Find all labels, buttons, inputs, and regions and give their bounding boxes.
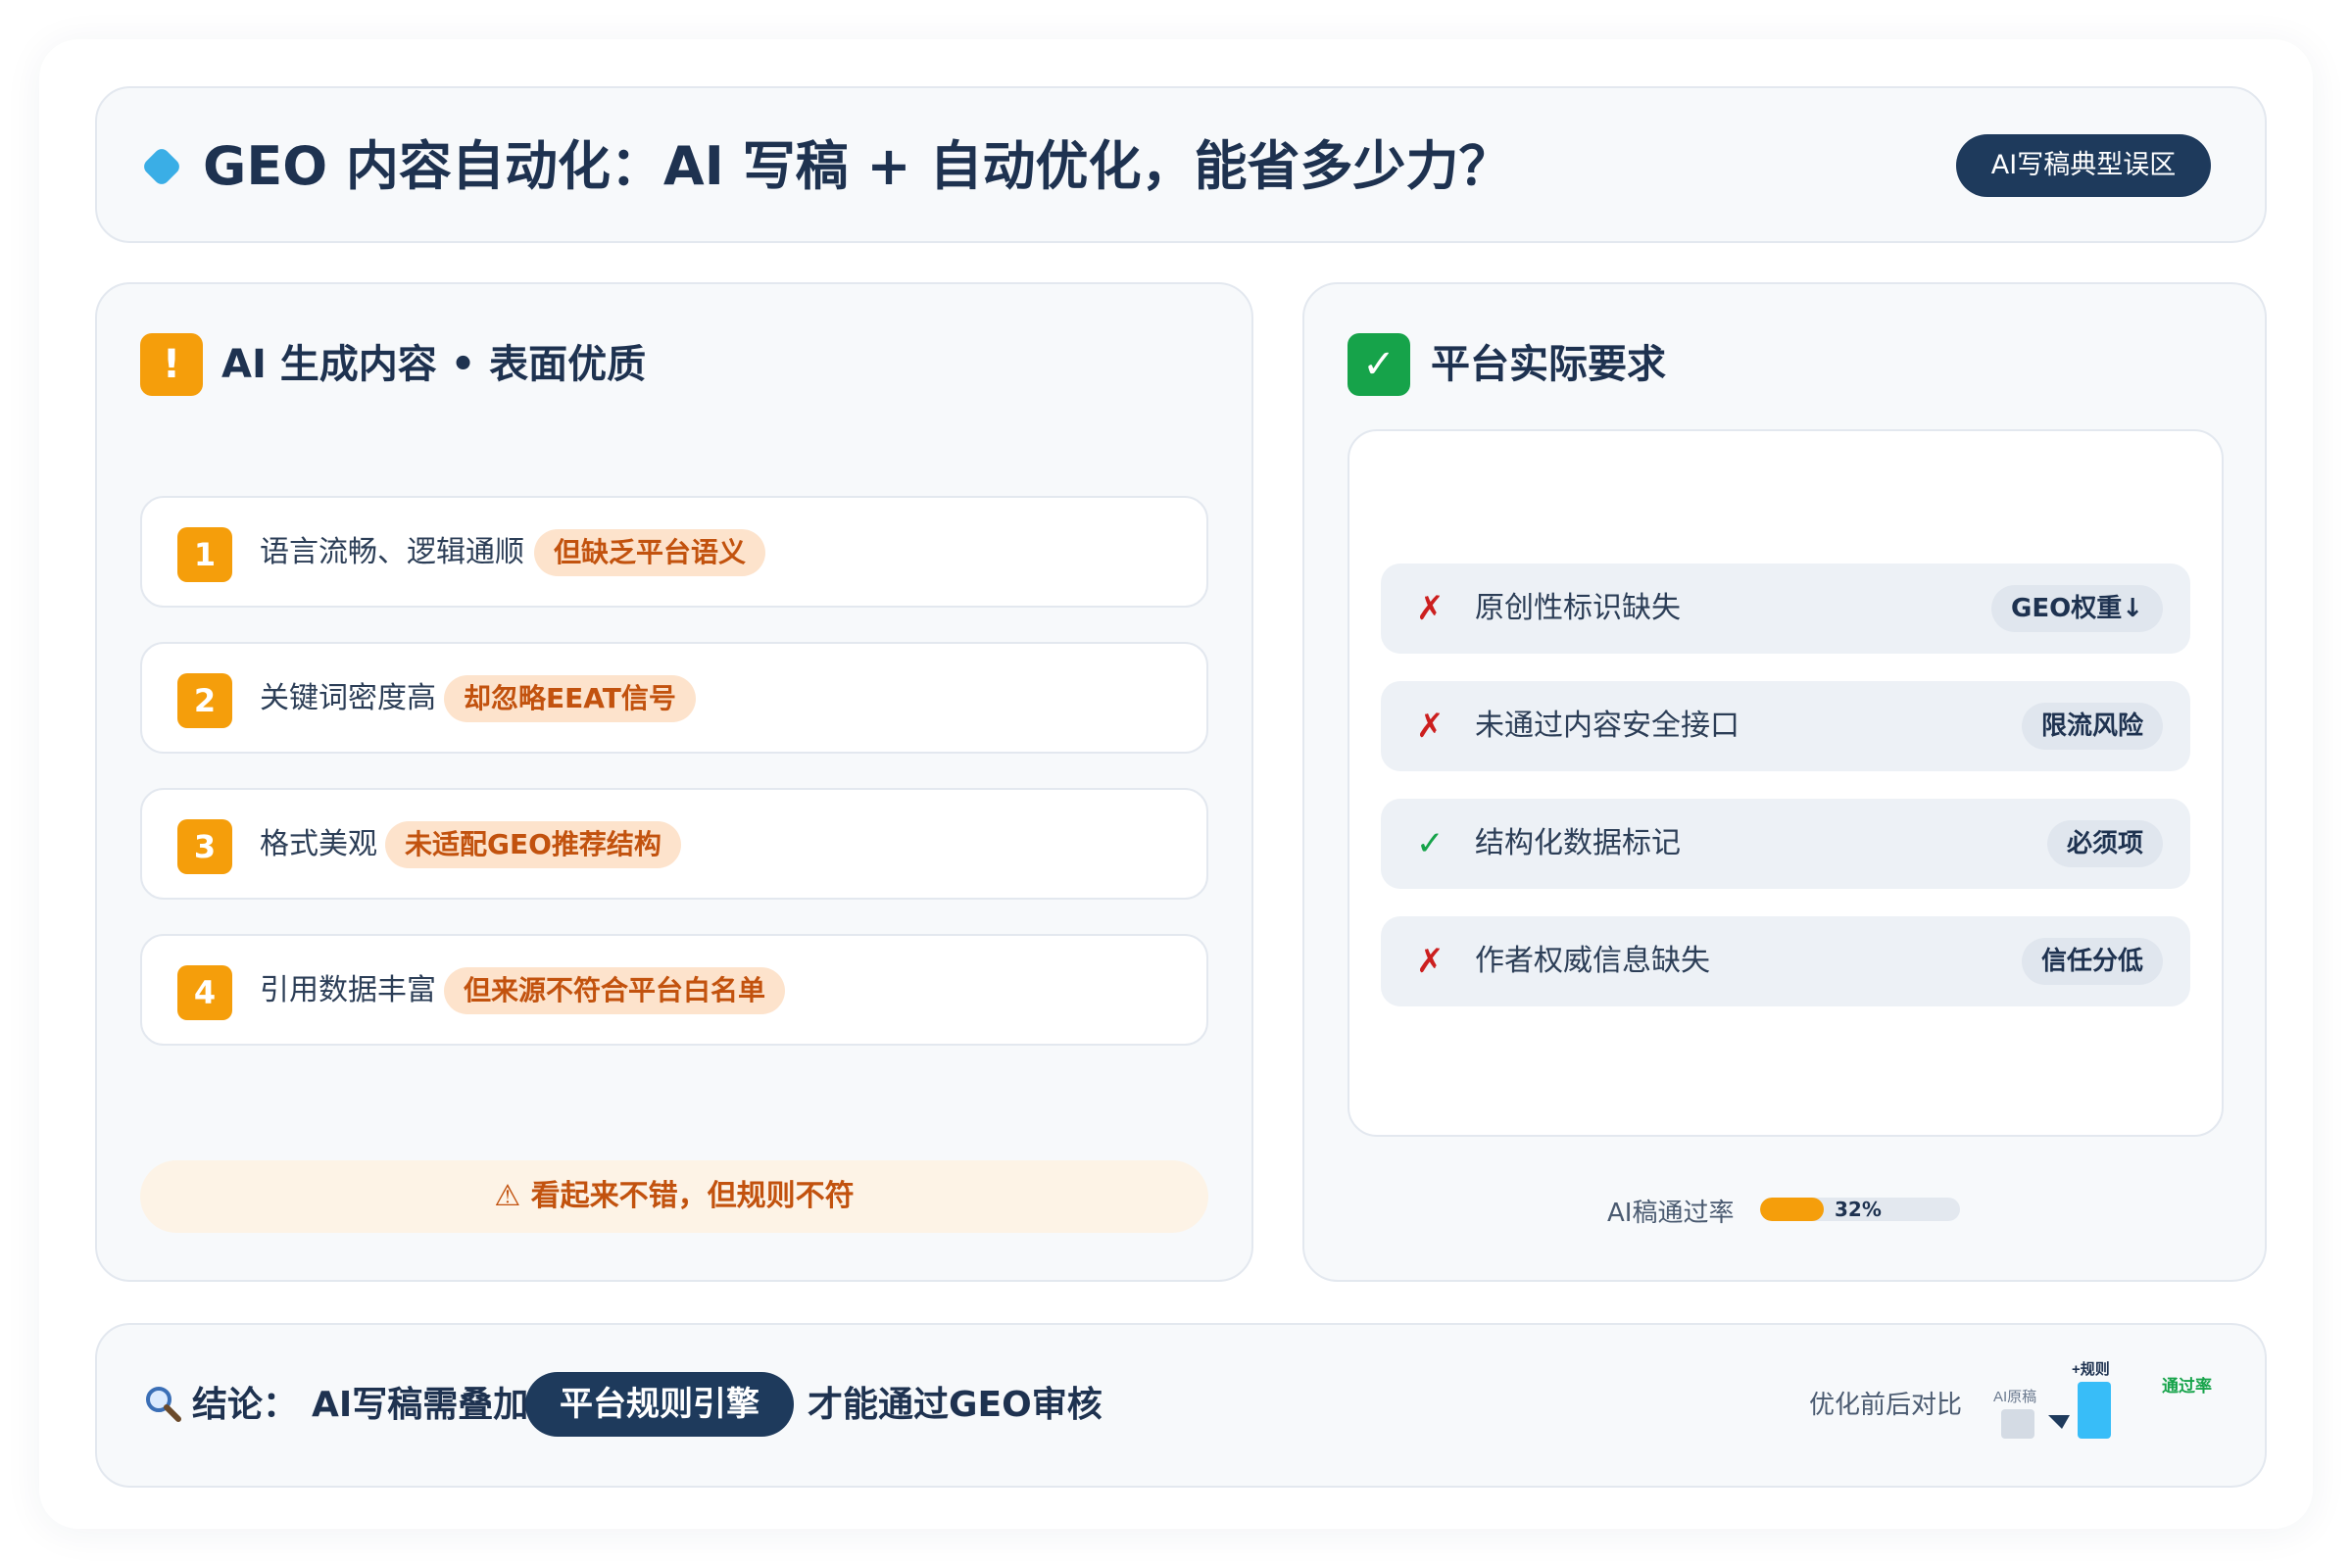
requirement-row: ✗ 作者权威信息缺失 信任分低 [1381, 916, 2190, 1006]
requirement-text: 作者权威信息缺失 [1475, 944, 1710, 978]
item-tag: 却忽略EEAT信号 [444, 675, 696, 722]
warning-banner: ⚠ 看起来不错，但规则不符 [140, 1160, 1208, 1233]
before-label: AI原稿 [1993, 1389, 2036, 1405]
requirement-row: ✓ 结构化数据标记 必须项 [1381, 799, 2190, 889]
search-icon [143, 1384, 186, 1427]
item-number: 2 [177, 673, 232, 728]
after-label: +规则 [2072, 1360, 2110, 1378]
requirements-list [1348, 429, 2224, 1137]
item-text: 关键词密度高 [260, 681, 436, 715]
pass-rate-label: AI稿通过率 [1607, 1199, 1735, 1228]
item-tag: 但缺乏平台语义 [534, 529, 766, 576]
item-text: 格式美观 [260, 827, 377, 861]
pass-rate-fill [1760, 1198, 1825, 1221]
item-number: 4 [177, 965, 232, 1020]
requirement-text: 未通过内容安全接口 [1475, 709, 1740, 743]
platform-requirements-title: 平台实际要求 [1431, 342, 1666, 387]
ai-content-title: AI 生成内容 • 表面优质 [221, 342, 647, 387]
after-bar [2078, 1382, 2111, 1439]
ai-content-panel [95, 282, 1253, 1282]
requirement-text: 原创性标识缺失 [1475, 591, 1681, 625]
item-number: 1 [177, 527, 232, 582]
requirement-tag: 必须项 [2046, 820, 2163, 867]
check-icon: ✓ [1348, 333, 1410, 396]
requirement-tag: 信任分低 [2021, 938, 2163, 985]
list-item: 1 语言流畅、逻辑通顺 但缺乏平台语义 [140, 496, 1208, 608]
conclusion-label: 结论： [192, 1385, 299, 1425]
item-text: 语言流畅、逻辑通顺 [260, 535, 524, 569]
cross-icon: ✗ [1416, 707, 1445, 746]
list-item: 2 关键词密度高 却忽略EEAT信号 [140, 642, 1208, 754]
page-title: GEO 内容自动化：AI 写稿 + 自动优化，能省多少力？ [203, 135, 1512, 197]
requirement-text: 结构化数据标记 [1475, 826, 1681, 860]
rule-engine-badge: 平台规则引擎 [525, 1372, 794, 1437]
conclusion-text: AI写稿需叠加 [312, 1385, 529, 1425]
arrow-icon [2048, 1415, 2070, 1429]
item-tag: 未适配GEO推荐结构 [385, 821, 681, 868]
list-item: 4 引用数据丰富 但来源不符合平台白名单 [140, 934, 1208, 1046]
check-icon: ✓ [1416, 824, 1445, 863]
conclusion-text-end: 才能通过GEO审核 [808, 1385, 1102, 1425]
cross-icon: ✗ [1416, 589, 1445, 628]
list-item: 3 格式美观 未适配GEO推荐结构 [140, 788, 1208, 900]
warning-icon: ! [140, 333, 203, 396]
requirement-tag: 限流风险 [2021, 703, 2163, 750]
comparison-label: 优化前后对比 [1809, 1391, 1963, 1420]
category-badge: AI写稿典型误区 [1956, 134, 2211, 197]
before-bar [2001, 1409, 2034, 1439]
item-text: 引用数据丰富 [260, 973, 436, 1007]
requirement-tag: GEO权重↓ [1991, 585, 2163, 632]
before-after-chart: AI原稿 +规则 通过率 [1993, 1360, 2212, 1439]
cross-icon: ✗ [1416, 942, 1445, 981]
requirement-row: ✗ 未通过内容安全接口 限流风险 [1381, 681, 2190, 771]
item-number: 3 [177, 819, 232, 874]
metric-label: 通过率 [2162, 1376, 2212, 1396]
pass-rate-value: 32% [1835, 1198, 1882, 1221]
requirement-row: ✗ 原创性标识缺失 GEO权重↓ [1381, 564, 2190, 654]
item-tag: 但来源不符合平台白名单 [444, 967, 786, 1014]
